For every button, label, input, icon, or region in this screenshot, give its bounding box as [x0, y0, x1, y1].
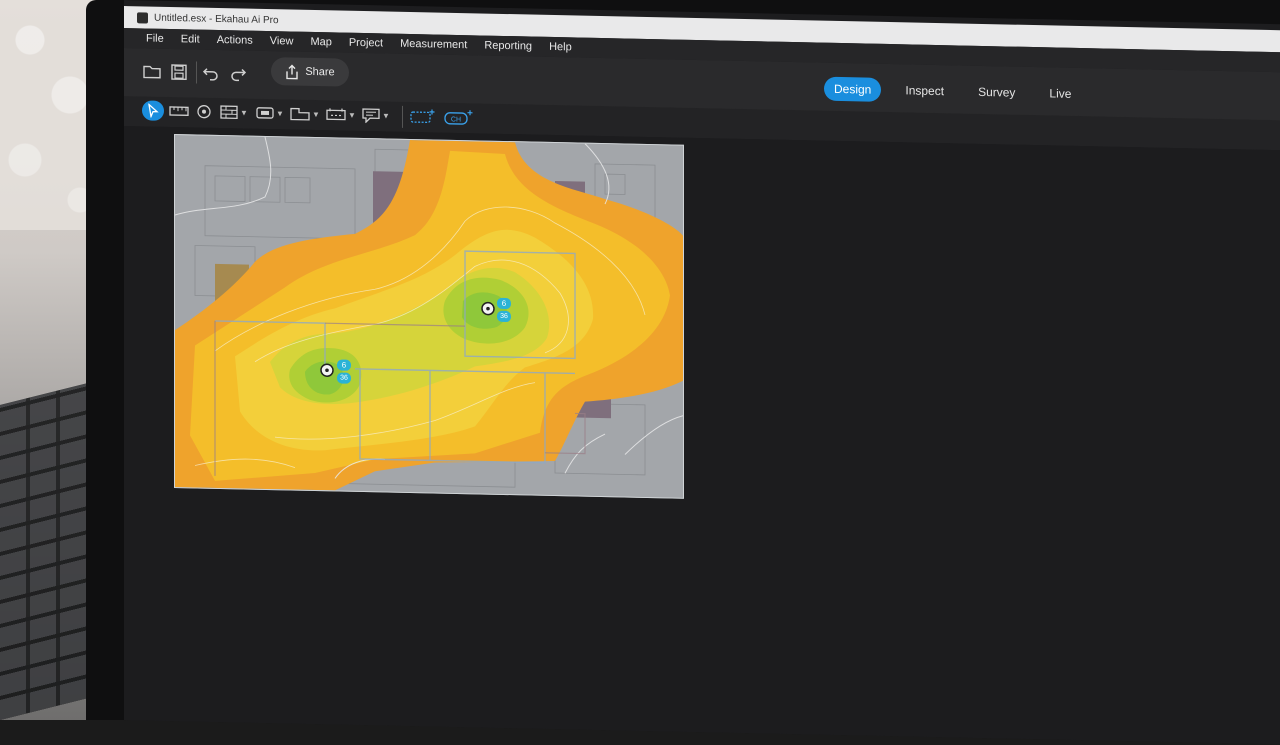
tab-live[interactable]: Live — [1039, 81, 1081, 106]
keyboard — [0, 382, 92, 720]
save-icon[interactable] — [168, 61, 190, 83]
menu-help[interactable]: Help — [549, 41, 572, 53]
menu-project[interactable]: Project — [349, 37, 383, 50]
share-icon — [286, 64, 299, 79]
app-window: Untitled.esx - Ekahau Ai Pro File Edit A… — [124, 0, 1280, 745]
menu-view[interactable]: View — [270, 35, 294, 47]
area-tool-icon[interactable]: ▼ — [256, 103, 284, 124]
channel-planner-icon[interactable]: CH — [444, 107, 474, 128]
ap1-channel-5: 36 — [500, 312, 508, 321]
chevron-down-icon[interactable]: ▼ — [382, 111, 390, 120]
menu-map[interactable]: Map — [310, 36, 331, 48]
chevron-down-icon[interactable]: ▼ — [348, 110, 356, 119]
background-curtain — [0, 0, 100, 230]
wall-tool-icon[interactable]: ▼ — [220, 102, 248, 123]
mode-tabs: Design Inspect Survey Live — [824, 76, 1081, 106]
ruler-icon[interactable] — [169, 101, 189, 121]
open-folder-icon[interactable] — [141, 60, 163, 82]
ap1-channel-24: 6 — [501, 298, 507, 309]
window-title: Untitled.esx - Ekahau Ai Pro — [154, 12, 279, 26]
toolbar-divider — [196, 61, 197, 84]
note-tool-icon[interactable]: ▼ — [362, 105, 390, 126]
auto-planner-icon[interactable] — [410, 106, 436, 127]
ap2-channel-5: 36 — [340, 374, 348, 382]
zone-tool-icon[interactable]: ▼ — [290, 103, 320, 124]
undo-icon[interactable] — [200, 62, 222, 84]
capacity-tool-icon[interactable]: ▼ — [326, 104, 356, 125]
tab-inspect[interactable]: Inspect — [895, 78, 954, 103]
signal-heatmap — [174, 135, 684, 498]
toolbar-divider — [402, 105, 403, 128]
menu-reporting[interactable]: Reporting — [484, 40, 532, 53]
map-canvas[interactable]: 6 36 6 36 — [124, 126, 1280, 745]
chevron-down-icon[interactable]: ▼ — [240, 108, 248, 117]
menu-actions[interactable]: Actions — [217, 34, 253, 47]
menu-measurement[interactable]: Measurement — [400, 38, 467, 51]
chevron-down-icon[interactable]: ▼ — [312, 109, 320, 118]
select-tool-icon[interactable] — [142, 100, 164, 121]
menu-edit[interactable]: Edit — [181, 33, 200, 45]
share-label: Share — [305, 65, 335, 79]
menu-file[interactable]: File — [146, 32, 164, 44]
svg-text:CH: CH — [451, 116, 461, 123]
tab-survey[interactable]: Survey — [968, 80, 1025, 105]
app-icon — [137, 11, 148, 24]
redo-icon[interactable] — [227, 62, 249, 84]
chevron-down-icon[interactable]: ▼ — [276, 109, 284, 118]
tab-design[interactable]: Design — [824, 76, 882, 102]
ap2-channel-24: 6 — [341, 360, 347, 370]
share-button[interactable]: Share — [271, 57, 349, 87]
floor-plan-heatmap[interactable]: 6 36 6 36 — [174, 134, 684, 499]
access-point-tool-icon[interactable] — [196, 102, 212, 122]
